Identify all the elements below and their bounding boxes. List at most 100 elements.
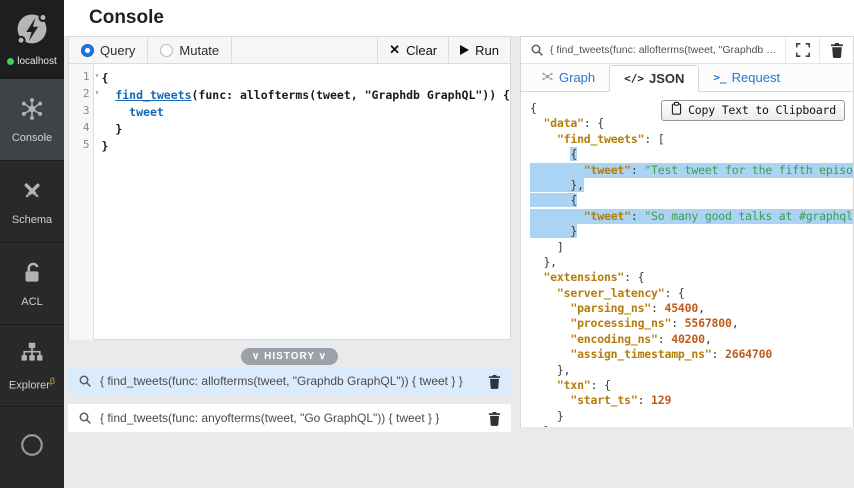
query-editor[interactable]: 1 ▾ 2 ▾ 3 4 5 { find_tweets(func: allofterms(t… (69, 64, 510, 340)
console-graph-icon (19, 96, 45, 127)
tab-mutate-label: Mutate (179, 42, 220, 58)
tab-graph-label: Graph (559, 70, 596, 85)
line-number: 4 (82, 121, 90, 134)
code-line: { (530, 193, 578, 208)
clear-button[interactable]: ✕ Clear (377, 37, 448, 63)
header: Console (64, 0, 854, 36)
code-line: "tweet": "So many good talks at #graphql… (530, 208, 853, 225)
clear-label: Clear (406, 42, 438, 58)
line-number[interactable]: 1 ▾ (69, 70, 100, 87)
code-line: ] (530, 239, 564, 254)
tab-graph[interactable]: Graph (527, 64, 609, 91)
terminal-icon: >_ (713, 71, 727, 84)
code-line: "processing_ns": 5567800, (570, 316, 739, 331)
code-line: "start_ts": 129 (570, 393, 672, 408)
trash-button[interactable] (819, 37, 853, 63)
radio-unselected-icon (160, 43, 174, 57)
trash-icon[interactable] (488, 374, 501, 389)
history-toggle[interactable]: ∨ HISTORY ∨ (241, 348, 338, 365)
page-title: Console (89, 7, 164, 28)
trash-icon[interactable] (488, 411, 501, 426)
line-number: 5 (82, 138, 90, 151)
query-toolbar: Query Mutate ✕ Clear Run (69, 37, 510, 64)
line-number: 3 (82, 104, 90, 117)
tab-json-label: JSON (649, 71, 685, 86)
graph-molecule-icon (541, 70, 554, 86)
status-dot-icon (7, 58, 15, 65)
sidebar-item-acl[interactable]: ACL (0, 242, 64, 324)
code-line: "txn": { (556, 378, 611, 393)
json-lines: { "data": { "find_tweets": [ { "tweet": … (530, 101, 853, 427)
history-item[interactable]: { find_tweets(func: anyofterms(tweet, "G… (68, 404, 511, 432)
fold-arrow-icon[interactable]: ▾ (95, 88, 100, 97)
history-pill-wrap: ∨ HISTORY ∨ (68, 346, 511, 365)
sidebar-item-label: ACL (21, 295, 43, 308)
connection-section[interactable]: localhost (0, 0, 64, 78)
clipboard-icon (670, 101, 683, 120)
tab-request-label: Request (731, 70, 781, 85)
history-item[interactable]: { find_tweets(func: allofterms(tweet, "G… (68, 367, 511, 395)
radio-selected-icon (81, 43, 94, 57)
editor-gutter: 1 ▾ 2 ▾ 3 4 5 (69, 64, 100, 340)
search-icon (78, 374, 92, 388)
code-line: "extensions": { (543, 270, 645, 285)
tab-request[interactable]: >_ Request (699, 64, 794, 91)
run-button[interactable]: Run (448, 37, 510, 63)
code-line: tweet (129, 105, 164, 119)
sidebar-item-label: Console (11, 131, 53, 144)
code-line: }, (530, 362, 571, 377)
run-label: Run (475, 42, 499, 58)
fold-arrow-icon[interactable]: ▾ (95, 71, 100, 80)
connection-label: localhost (17, 56, 57, 67)
tab-json[interactable]: </> JSON (609, 65, 700, 92)
sidebar-item-label: Explorerβ (8, 375, 56, 392)
sidebar-item-partial[interactable] (0, 406, 64, 488)
history-query-text: { find_tweets(func: anyofterms(tweet, "G… (100, 411, 440, 425)
code-line: } (101, 139, 109, 153)
code-line: "tweet": "Test tweet for the fifth episo… (530, 162, 853, 178)
sidebar: localhost Console Schema ACL Explorerβ (0, 0, 64, 488)
history-query-text: { find_tweets(func: allofterms(tweet, "G… (100, 374, 463, 388)
connection-status[interactable]: localhost (7, 56, 57, 67)
code-line: find_tweets(func: allofterms(tweet, "Gra… (115, 88, 510, 102)
search-icon (78, 411, 92, 425)
code-line: "encoding_ns": 40200, (570, 331, 712, 346)
sidebar-item-explorer[interactable]: Explorerβ (0, 324, 64, 406)
search-icon (521, 37, 544, 63)
code-line: } (530, 408, 564, 423)
schema-pencils-icon (19, 178, 45, 209)
fullscreen-button[interactable] (785, 37, 819, 63)
tab-mutate[interactable]: Mutate (148, 37, 233, 63)
explorer-tree-icon (19, 340, 45, 371)
result-query-preview[interactable]: { find_tweets(func: allofterms(tweet, "G… (544, 37, 785, 63)
run-play-icon (460, 45, 470, 55)
code-line: "assign_timestamp_ns": 2664700 (570, 347, 773, 362)
tab-query-label: Query (100, 42, 136, 58)
circle-icon (19, 432, 45, 463)
query-panel: Query Mutate ✕ Clear Run 1 ▾ 2 ▾ 3 4 5 { find_… (68, 36, 511, 340)
result-panel: { find_tweets(func: allofterms(tweet, "G… (520, 36, 854, 427)
line-number[interactable]: 2 ▾ (69, 87, 100, 104)
json-response-view[interactable]: { "data": { "find_tweets": [ { "tweet": … (521, 92, 853, 427)
tab-query[interactable]: Query (69, 37, 149, 63)
sidebar-item-label: Schema (11, 213, 53, 226)
result-query-bar: { find_tweets(func: allofterms(tweet, "G… (521, 37, 853, 64)
code-line: "find_tweets": [ (556, 131, 665, 146)
beta-badge: β (49, 375, 56, 386)
code-line: }, (530, 254, 557, 269)
sidebar-item-schema[interactable]: Schema (0, 160, 64, 242)
dgraph-logo-icon[interactable] (11, 7, 53, 54)
code-line: }, (530, 177, 584, 192)
code-icon: </> (624, 72, 645, 85)
clear-x-icon: ✕ (389, 42, 401, 57)
code-line: } (530, 224, 578, 239)
result-tabs: Graph </> JSON >_ Request (521, 64, 853, 92)
copy-to-clipboard-button[interactable]: Copy Text to Clipboard (661, 100, 845, 121)
code-line: } (101, 122, 123, 136)
copy-button-label: Copy Text to Clipboard (688, 102, 836, 117)
sidebar-item-console[interactable]: Console (0, 78, 64, 160)
editor-code[interactable]: { find_tweets(func: allofterms(tweet, "G… (94, 64, 510, 340)
unlocked-padlock-icon (19, 260, 45, 291)
code-line: { (570, 147, 578, 162)
